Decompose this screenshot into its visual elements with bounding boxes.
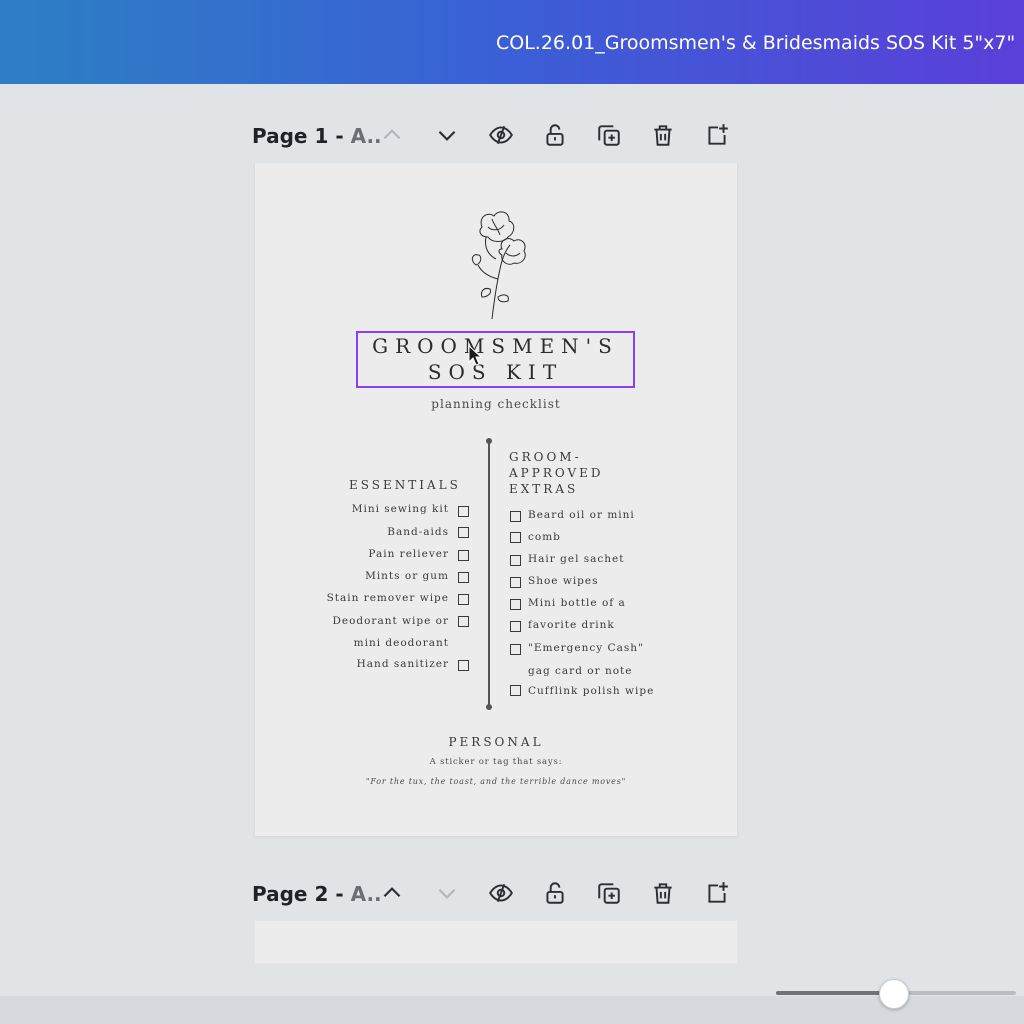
extras-heading-line-3: EXTRAS — [509, 482, 579, 496]
essentials-checkbox[interactable] — [458, 506, 469, 517]
page-1-header: Page 1 - A.. — [252, 116, 742, 156]
flower-illustration[interactable] — [460, 207, 535, 322]
essentials-checkbox[interactable] — [458, 660, 469, 671]
move-page-down-button[interactable] — [432, 878, 462, 908]
hide-page-button[interactable] — [486, 120, 516, 150]
zoom-slider-handle[interactable] — [878, 979, 909, 1009]
essentials-checkbox[interactable] — [458, 572, 469, 583]
eye-hide-icon — [489, 125, 513, 145]
delete-page-button[interactable] — [648, 878, 678, 908]
essentials-item: Deodorant wipe or — [332, 615, 449, 627]
chevron-up-icon — [383, 129, 401, 140]
extras-item: comb — [528, 531, 561, 543]
essentials-item: Pain reliever — [368, 548, 449, 560]
subtitle[interactable]: planning checklist — [255, 397, 737, 411]
page-2-header: Page 2 - A.. — [252, 874, 742, 914]
title-line-2: SOS KIT — [427, 360, 564, 384]
essentials-item: Stain remover wipe — [326, 592, 449, 604]
extras-item: Cufflink polish wipe — [528, 685, 655, 697]
extras-item: Shoe wipes — [528, 575, 599, 587]
document-title[interactable]: COL.26.01_Groomsmen's & Bridesmaids SOS … — [496, 32, 1015, 54]
title-line-1: GROOMSMEN'S — [372, 334, 619, 358]
lock-icon — [546, 882, 564, 904]
extras-item: Mini bottle of a — [528, 597, 626, 609]
trash-icon — [654, 125, 672, 146]
zoom-slider-fill — [776, 991, 894, 995]
extras-heading-line-1: GROOM- — [509, 450, 582, 464]
extras-item: gag card or note — [528, 665, 633, 677]
extras-item: "Emergency Cash" — [528, 642, 644, 654]
personal-heading[interactable]: PERSONAL — [255, 735, 737, 749]
lock-page-button[interactable] — [540, 120, 570, 150]
page-2-canvas[interactable] — [255, 921, 737, 963]
chevron-down-icon — [438, 888, 456, 899]
bottom-bar — [0, 996, 1024, 1024]
top-bar: COL.26.01_Groomsmen's & Bridesmaids SOS … — [0, 0, 1024, 84]
move-page-up-button[interactable] — [377, 120, 407, 150]
extras-item: Hair gel sachet — [528, 553, 625, 565]
extras-checkbox[interactable] — [510, 621, 521, 632]
duplicate-page-button[interactable] — [594, 878, 624, 908]
essentials-checkbox[interactable] — [458, 616, 469, 627]
move-page-up-button[interactable] — [377, 878, 407, 908]
chevron-up-icon — [383, 887, 401, 898]
hide-page-button[interactable] — [486, 878, 516, 908]
trash-icon — [654, 883, 672, 904]
add-page-icon — [708, 882, 728, 903]
add-page-button[interactable] — [702, 120, 732, 150]
lock-page-button[interactable] — [540, 878, 570, 908]
page-2-label[interactable]: Page 2 - A.. — [252, 882, 382, 906]
essentials-item: Mints or gum — [365, 570, 449, 582]
divider-dot-top — [486, 438, 492, 444]
essentials-heading[interactable]: ESSENTIALS — [349, 477, 461, 493]
extras-heading[interactable]: GROOM- APPROVED EXTRAS — [509, 449, 604, 497]
add-page-button[interactable] — [702, 878, 732, 908]
extras-checkbox[interactable] — [510, 599, 521, 610]
essentials-item: mini deodorant — [353, 637, 449, 649]
essentials-checkbox[interactable] — [458, 550, 469, 561]
chevron-down-icon — [438, 130, 456, 141]
mouse-pointer-icon — [468, 345, 483, 366]
extras-checkbox[interactable] — [510, 685, 521, 696]
extras-checkbox[interactable] — [510, 577, 521, 588]
divider-dot-bottom — [486, 704, 492, 710]
personal-line-2[interactable]: "For the tux, the toast, and the terribl… — [255, 777, 737, 786]
essentials-checkbox[interactable] — [458, 594, 469, 605]
essentials-checkbox[interactable] — [458, 527, 469, 538]
move-page-down-button[interactable] — [432, 120, 462, 150]
essentials-item: Band-aids — [387, 526, 449, 538]
add-page-icon — [708, 124, 728, 145]
extras-checkbox[interactable] — [510, 532, 521, 543]
page-1-canvas[interactable]: GROOMSMEN'S SOS KIT planning checklist E… — [255, 163, 737, 836]
duplicate-icon — [598, 883, 620, 904]
personal-line-1[interactable]: A sticker or tag that says: — [255, 757, 737, 767]
duplicate-page-button[interactable] — [594, 120, 624, 150]
duplicate-icon — [598, 125, 620, 146]
extras-checkbox[interactable] — [510, 511, 521, 522]
essentials-item: Mini sewing kit — [351, 503, 449, 515]
page-1-label[interactable]: Page 1 - A.. — [252, 124, 382, 148]
divider-line — [488, 441, 490, 708]
extras-checkbox[interactable] — [510, 555, 521, 566]
eye-hide-icon — [489, 883, 513, 903]
extras-item: favorite drink — [528, 619, 615, 631]
extras-heading-line-2: APPROVED — [509, 466, 604, 480]
essentials-item: Hand sanitizer — [356, 658, 449, 670]
lock-icon — [546, 124, 564, 146]
page-2-title: Page 2 - — [252, 882, 344, 906]
page-1-title: Page 1 - — [252, 124, 344, 148]
extras-item: Beard oil or mini — [528, 509, 635, 521]
delete-page-button[interactable] — [648, 120, 678, 150]
extras-checkbox[interactable] — [510, 644, 521, 655]
title-text-box-selected[interactable]: GROOMSMEN'S SOS KIT — [356, 331, 635, 388]
